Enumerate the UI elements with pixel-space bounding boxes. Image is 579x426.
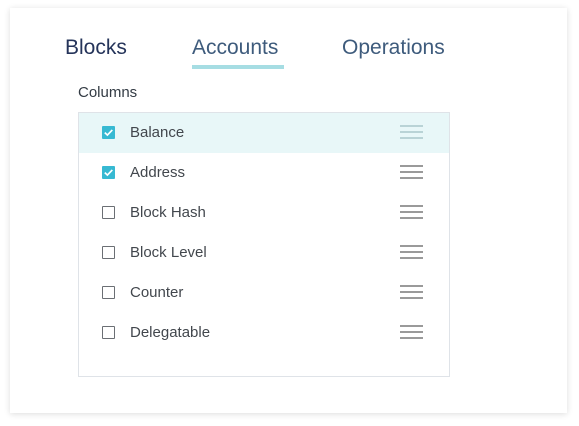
column-label: Block Hash (130, 204, 206, 221)
column-label: Balance (130, 124, 185, 141)
column-row-block-level[interactable]: Block Level (79, 233, 449, 273)
active-tab-indicator (192, 65, 284, 69)
tab-operations[interactable]: Operations (342, 36, 445, 60)
drag-handle-icon[interactable] (400, 125, 423, 139)
column-row-block-hash[interactable]: Block Hash (79, 193, 449, 233)
checkbox-unchecked-icon[interactable] (102, 206, 115, 219)
checkbox-unchecked-icon[interactable] (102, 326, 115, 339)
checkbox-unchecked-icon[interactable] (102, 246, 115, 259)
drag-handle-icon[interactable] (400, 245, 423, 259)
column-label: Counter (130, 284, 184, 301)
column-row-counter[interactable]: Counter (79, 273, 449, 313)
checkbox-unchecked-icon[interactable] (102, 286, 115, 299)
column-settings-panel: Blocks Accounts Operations Columns Balan… (10, 8, 567, 413)
tab-blocks[interactable]: Blocks (65, 36, 127, 60)
columns-list: Balance Address Block Hash Block Level C… (78, 112, 450, 377)
tab-accounts[interactable]: Accounts (192, 36, 278, 60)
column-label: Block Level (130, 244, 207, 261)
column-row-address[interactable]: Address (79, 153, 449, 193)
column-label: Address (130, 164, 186, 181)
column-row-delegatable[interactable]: Delegatable (79, 313, 449, 353)
drag-handle-icon[interactable] (400, 205, 423, 219)
checkbox-checked-icon[interactable] (102, 166, 115, 179)
column-label: Delegatable (130, 324, 211, 341)
drag-handle-icon[interactable] (400, 325, 423, 339)
drag-handle-icon[interactable] (400, 285, 423, 299)
checkbox-checked-icon[interactable] (102, 126, 115, 139)
drag-handle-icon[interactable] (400, 165, 423, 179)
column-row-balance[interactable]: Balance (79, 113, 449, 153)
columns-heading: Columns (78, 84, 138, 101)
